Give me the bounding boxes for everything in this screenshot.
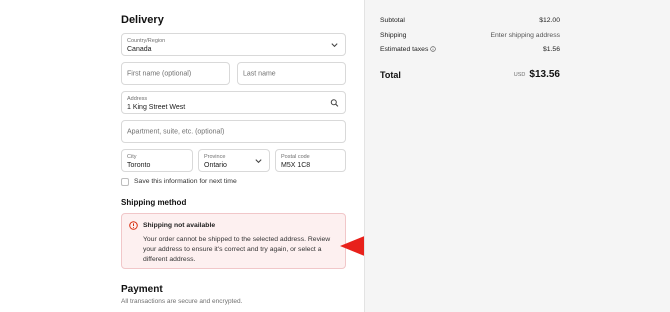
address-field[interactable]: Address 1 King Street West — [121, 91, 346, 114]
total-value: $13.56 — [529, 69, 560, 80]
chevron-down-icon — [255, 158, 262, 163]
province-select[interactable]: Province Ontario — [198, 149, 270, 172]
first-name-placeholder: First name (optional) — [127, 70, 192, 77]
shipping-label: Shipping — [380, 32, 407, 39]
subtotal-value: $12.00 — [539, 17, 560, 24]
country-label: Country/Region — [127, 38, 166, 44]
taxes-row: Estimated taxes $1.56 — [380, 46, 560, 53]
subtotal-row: Subtotal $12.00 — [380, 17, 560, 24]
save-info-label: Save this information for next time — [134, 178, 237, 185]
first-name-field[interactable]: First name (optional) — [121, 62, 230, 85]
address-label: Address — [127, 96, 148, 102]
city-field[interactable]: City Toronto — [121, 149, 193, 172]
total-currency: USD — [513, 72, 526, 78]
last-name-placeholder: Last name — [243, 70, 276, 77]
info-icon[interactable] — [430, 46, 437, 52]
shipping-error-title: Shipping not available — [143, 222, 216, 229]
alert-circle-icon — [129, 221, 138, 230]
apartment-field[interactable]: Apartment, suite, etc. (optional) — [121, 120, 346, 143]
taxes-label: Estimated taxes — [380, 46, 429, 53]
shipping-error-message: Your order cannot be shipped to the sele… — [143, 236, 331, 263]
city-label: City — [127, 154, 137, 160]
province-value: Ontario — [204, 162, 227, 169]
total-row: Total USD $13.56 — [380, 65, 560, 83]
shipping-error-banner: Shipping not available Your order cannot… — [121, 213, 346, 269]
country-value: Canada — [127, 46, 152, 53]
delivery-heading: Delivery — [121, 14, 164, 26]
address-value: 1 King Street West — [127, 104, 186, 111]
shipping-value: Enter shipping address — [490, 32, 560, 39]
payment-heading: Payment — [121, 284, 163, 295]
chevron-down-icon — [331, 42, 338, 47]
last-name-field[interactable]: Last name — [237, 62, 346, 85]
city-value: Toronto — [127, 162, 151, 169]
postal-code-label: Postal code — [281, 154, 310, 160]
save-info-checkbox[interactable] — [121, 178, 129, 186]
province-label: Province — [204, 154, 226, 160]
apartment-placeholder: Apartment, suite, etc. (optional) — [127, 128, 225, 135]
subtotal-label: Subtotal — [380, 17, 405, 24]
postal-code-value: M5X 1C8 — [281, 162, 311, 169]
checkout-form-panel: Delivery Country/Region Canada First nam… — [0, 0, 364, 312]
country-select[interactable]: Country/Region Canada — [121, 33, 346, 56]
payment-subtitle: All transactions are secure and encrypte… — [121, 298, 243, 305]
taxes-value: $1.56 — [542, 46, 560, 53]
total-label: Total — [380, 70, 401, 80]
shipping-method-heading: Shipping method — [121, 198, 187, 207]
postal-code-field[interactable]: Postal code M5X 1C8 — [275, 149, 346, 172]
search-icon[interactable] — [330, 98, 339, 107]
shipping-row: Shipping Enter shipping address — [380, 32, 560, 39]
